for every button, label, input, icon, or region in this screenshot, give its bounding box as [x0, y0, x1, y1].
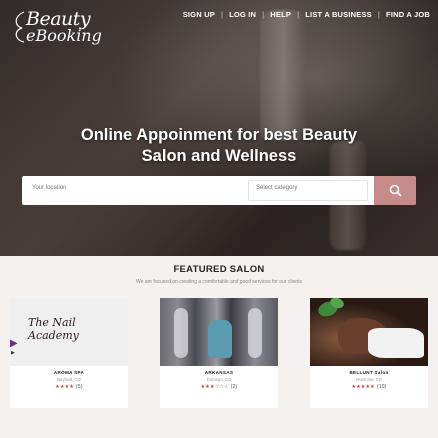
salon-location: Durango, CO [206, 377, 232, 382]
featured-title: FEATURED SALON [173, 264, 265, 275]
nav-list-business[interactable]: LIST A BUSINESS [305, 10, 372, 19]
hero-headline: Online Appoinment for best Beauty Salon … [80, 126, 358, 165]
salon-name[interactable]: BELLUNT Salon [310, 370, 428, 375]
category-select-label: Select category [256, 185, 298, 191]
salon-location: Montrose, CO [355, 377, 383, 382]
rating-stars: ★★★☆☆☆ [200, 384, 229, 390]
rating-count: (10) [376, 384, 387, 390]
featured-subtitle: We are focused on creating a comfortable… [135, 279, 303, 285]
rating-count: (2) [230, 384, 238, 390]
nav-find-job[interactable]: FIND A JOB [386, 10, 430, 19]
salon-name[interactable]: ARKANSAS [160, 370, 278, 375]
nav-help[interactable]: HELP [270, 10, 291, 19]
salon-image [160, 298, 278, 366]
salon-card[interactable]: BELLUNT Salon Montrose, CO ★★★★★ (10) [310, 298, 428, 408]
logo-text-ebooking: eBooking [26, 26, 102, 45]
rating-stars: ★★★★★ [351, 384, 375, 390]
salon-name[interactable]: AROMA SPA [10, 370, 128, 375]
search-button[interactable] [374, 176, 416, 205]
salon-card[interactable]: ARKANSAS Durango, CO ★★★☆☆☆ (2) [160, 298, 278, 408]
nav-log-in[interactable]: LOG IN [229, 10, 256, 19]
rating-stars: ★★★★ [55, 384, 74, 390]
salon-rating: ★★★★★ (10) [310, 384, 428, 390]
salon-location: Bayfield, CO [57, 377, 81, 382]
location-input[interactable]: Your location [32, 185, 66, 191]
rating-count: (5) [76, 384, 83, 390]
salon-image [310, 298, 428, 366]
salon-rating: ★★★☆☆☆ (2) [160, 384, 278, 390]
search-bar: Your location Select category [22, 176, 416, 205]
site-logo[interactable]: Beauty eBooking [12, 8, 102, 46]
top-navigation: SIGN UP | LOG IN | HELP | LIST A BUSINES… [182, 10, 430, 19]
salon-image-text: The Nail Academy [28, 316, 79, 342]
salon-card[interactable]: The Nail Academy ▶ ▶ AROMA SPA Bayfield,… [10, 298, 128, 408]
search-icon [389, 184, 402, 197]
nav-sign-up[interactable]: SIGN UP [183, 10, 215, 19]
salon-image: The Nail Academy ▶ ▶ [10, 298, 128, 366]
hero-banner: Beauty eBooking SIGN UP | LOG IN | HELP … [0, 0, 438, 256]
salon-logo-mark: ▶ [10, 338, 18, 349]
salon-rating: ★★★★ (5) [10, 384, 128, 390]
